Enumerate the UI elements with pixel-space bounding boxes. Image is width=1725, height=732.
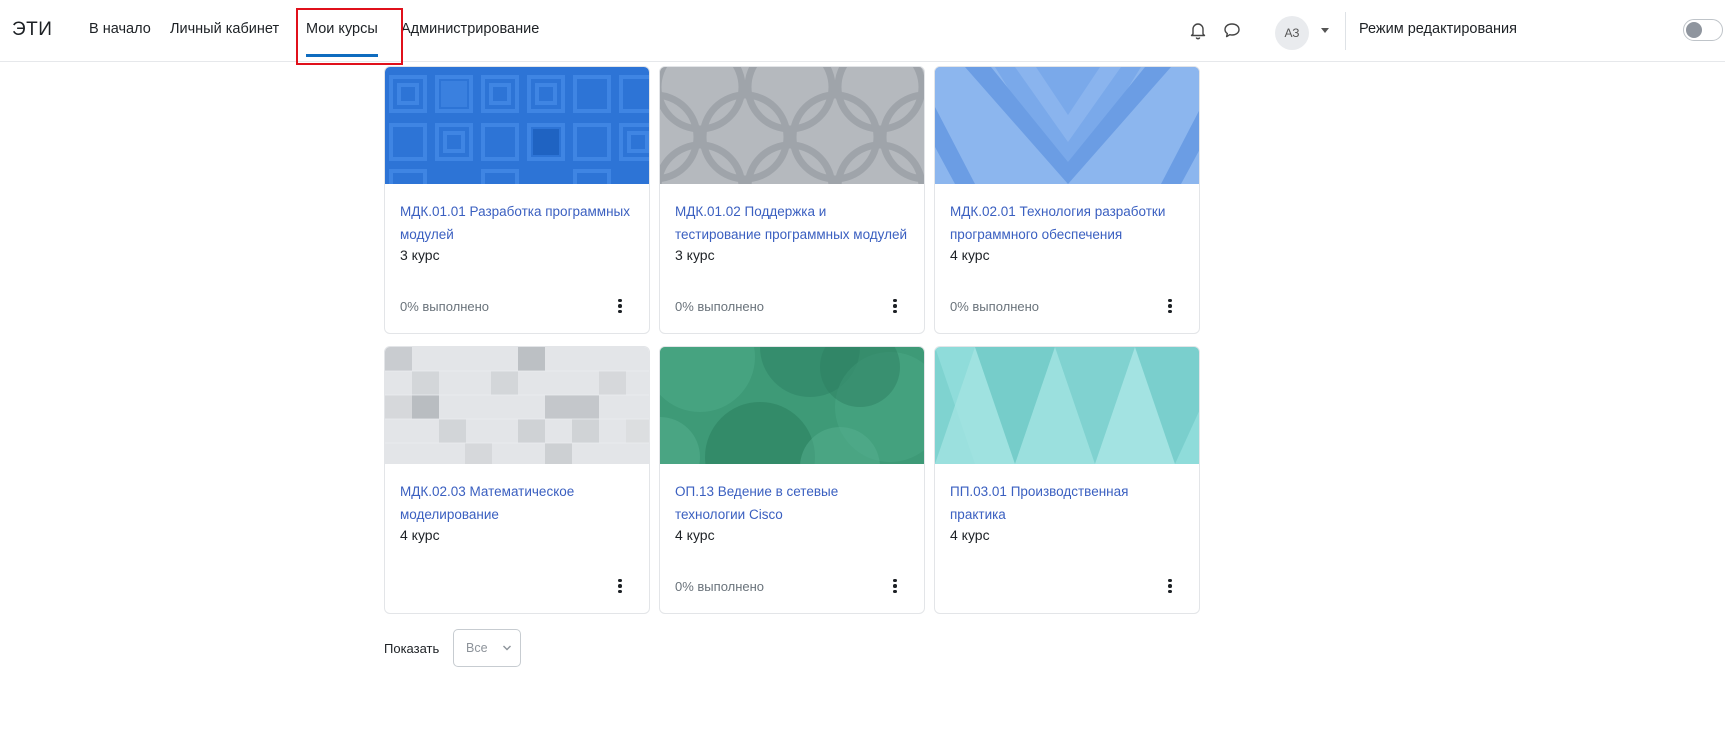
nav-item-dashboard[interactable]: Личный кабинет bbox=[170, 21, 279, 37]
bell-icon[interactable] bbox=[1187, 19, 1209, 41]
course-category: 4 курс bbox=[950, 247, 990, 263]
course-title-link[interactable]: МДК.01.01 Разработка программных модулей bbox=[400, 200, 636, 246]
course-actions-menu-icon[interactable] bbox=[888, 295, 902, 317]
course-title-link[interactable]: ПП.03.01 Производственная практика bbox=[950, 480, 1186, 526]
chat-icon[interactable] bbox=[1221, 19, 1243, 41]
course-image[interactable] bbox=[660, 347, 924, 464]
course-card[interactable]: ПП.03.01 Производственная практика 4 кур… bbox=[934, 346, 1200, 614]
nav-item-administration[interactable]: Администрирование bbox=[401, 21, 539, 37]
toggle-knob bbox=[1686, 22, 1702, 38]
course-image[interactable] bbox=[660, 67, 924, 184]
course-category: 4 курс bbox=[400, 527, 440, 543]
course-progress: 0% выполнено bbox=[950, 299, 1040, 314]
chevron-down-icon[interactable] bbox=[1321, 28, 1329, 33]
course-actions-menu-icon[interactable] bbox=[613, 295, 627, 317]
course-image[interactable] bbox=[935, 347, 1199, 464]
course-progress: 0% выполнено bbox=[675, 299, 765, 314]
course-progress: 0% выполнено bbox=[400, 299, 490, 314]
course-card[interactable]: МДК.01.02 Поддержка и тестирование прогр… bbox=[659, 66, 925, 334]
nav-item-home[interactable]: В начало bbox=[89, 21, 151, 37]
course-image[interactable] bbox=[935, 67, 1199, 184]
course-image[interactable] bbox=[385, 347, 649, 464]
course-category: 3 курс bbox=[675, 247, 715, 263]
course-actions-menu-icon[interactable] bbox=[888, 575, 902, 597]
show-count-select[interactable]: Все bbox=[453, 629, 521, 667]
show-count-value: Все bbox=[466, 641, 488, 655]
course-title-link[interactable]: МДК.02.03 Математическое моделирование bbox=[400, 480, 636, 526]
course-card[interactable]: ОП.13 Ведение в сетевые технологии Cisco… bbox=[659, 346, 925, 614]
annotation-highlight-box bbox=[296, 8, 403, 65]
course-card[interactable]: МДК.01.01 Разработка программных модулей… bbox=[384, 66, 650, 334]
user-avatar[interactable]: АЗ bbox=[1275, 16, 1309, 50]
course-image[interactable] bbox=[385, 67, 649, 184]
show-label: Показать bbox=[384, 641, 440, 656]
course-progress: 0% выполнено bbox=[675, 579, 765, 594]
course-card[interactable]: МДК.02.01 Технология разработки программ… bbox=[934, 66, 1200, 334]
course-title-link[interactable]: МДК.01.02 Поддержка и тестирование прогр… bbox=[675, 200, 911, 246]
edit-mode-toggle[interactable] bbox=[1683, 19, 1723, 41]
course-actions-menu-icon[interactable] bbox=[1163, 575, 1177, 597]
course-category: 3 курс bbox=[400, 247, 440, 263]
edit-mode-label: Режим редактирования bbox=[1359, 21, 1518, 37]
top-navbar: ЭТИ В начало Личный кабинет Мои курсы Ад… bbox=[0, 0, 1725, 62]
navbar-divider bbox=[1345, 12, 1346, 50]
site-brand[interactable]: ЭТИ bbox=[12, 19, 52, 41]
course-card[interactable]: МДК.02.03 Математическое моделирование 4… bbox=[384, 346, 650, 614]
course-title-link[interactable]: МДК.02.01 Технология разработки программ… bbox=[950, 200, 1186, 246]
course-category: 4 курс bbox=[950, 527, 990, 543]
course-actions-menu-icon[interactable] bbox=[1163, 295, 1177, 317]
course-title-link[interactable]: ОП.13 Ведение в сетевые технологии Cisco bbox=[675, 480, 911, 526]
chevron-down-icon bbox=[503, 645, 511, 651]
course-actions-menu-icon[interactable] bbox=[613, 575, 627, 597]
course-category: 4 курс bbox=[675, 527, 715, 543]
